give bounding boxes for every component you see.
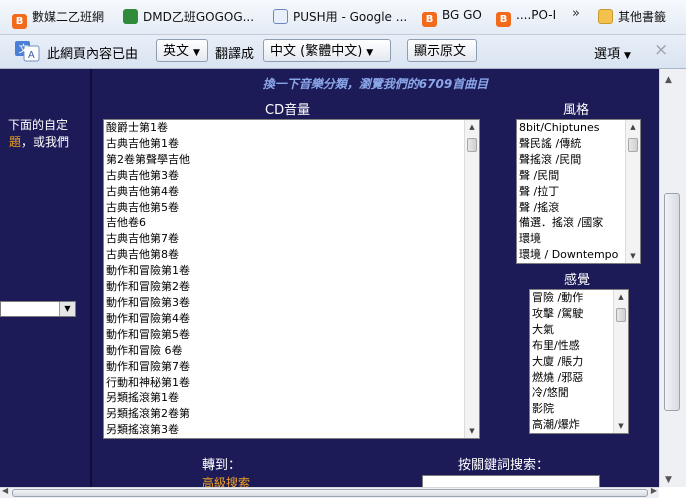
window-vertical-scrollbar[interactable]: ▲ ▼ — [659, 69, 686, 487]
list-item[interactable]: 動作和冒險第7卷 — [104, 359, 479, 375]
feel-list-scrollbar[interactable]: ▲ ▼ — [613, 290, 628, 433]
svg-text:文: 文 — [19, 43, 29, 56]
style-title: 風格 — [563, 103, 590, 118]
blogger-icon: B — [422, 12, 437, 27]
scroll-left-icon[interactable]: ◀ — [2, 486, 8, 495]
blogger-icon: B — [496, 12, 511, 27]
list-item[interactable]: 行動和神秘第1卷 — [104, 375, 479, 391]
folder-icon — [598, 9, 613, 24]
scroll-up-icon[interactable]: ▲ — [614, 290, 628, 304]
bookmark-item-5[interactable]: B ....PO-I — [496, 8, 556, 27]
scroll-thumb[interactable] — [467, 138, 477, 152]
list-item[interactable]: 動作和冒險第3卷 — [104, 295, 479, 311]
left-panel: 下面的自定 題，或我們 ▼ — [0, 69, 90, 487]
style-listbox[interactable]: 8bit/Chiptunes 聲民謠 /傳統 聲搖滾 /民間聲 /民間聲 /拉丁聲 … — [516, 119, 641, 264]
keyword-search-label: 按關鍵詞搜索： — [458, 458, 550, 473]
list-item[interactable]: 另類搖滾第1卷 — [104, 390, 479, 406]
banner-text: 換一下音樂分類，瀏覽我們的6709首曲目 — [262, 77, 489, 91]
bookmark-item-1[interactable]: B 數媒二乙班網 — [12, 8, 104, 29]
list-item[interactable]: 動作和冒險第5卷 — [104, 327, 479, 343]
scroll-thumb[interactable] — [628, 138, 638, 152]
left-select[interactable]: ▼ — [0, 301, 76, 317]
translate-into-label: 翻譯成 — [215, 47, 255, 62]
style-items: 8bit/Chiptunes 聲民謠 /傳統 聲搖滾 /民間聲 /民間聲 /拉丁聲 … — [517, 120, 640, 263]
translate-icon: 文 A — [15, 41, 40, 62]
spreadsheet-icon — [123, 9, 138, 24]
list-item[interactable]: 聲搖滾 /民間 — [517, 152, 640, 168]
keyword-search-input[interactable] — [422, 475, 600, 487]
dropdown-caret-icon: ▼ — [193, 48, 200, 58]
list-item[interactable]: 8bit/Chiptunes — [517, 120, 640, 136]
list-item[interactable]: 古典吉他第3卷 — [104, 168, 479, 184]
list-item[interactable]: 聲 /民間 — [517, 168, 640, 184]
list-item[interactable]: 酸爵士第1卷 — [104, 120, 479, 136]
list-item[interactable]: 另類搖滾第3卷 — [104, 422, 479, 438]
show-original-button[interactable]: 顯示原文 — [407, 39, 477, 62]
scroll-down-icon[interactable]: ▼ — [626, 249, 640, 263]
options-menu[interactable]: 選項 ▼ — [594, 43, 631, 62]
scroll-right-icon[interactable]: ▶ — [651, 486, 657, 495]
scroll-up-icon[interactable]: ▲ — [626, 120, 640, 134]
scroll-thumb[interactable] — [616, 308, 626, 322]
goto-label: 轉到： — [202, 458, 242, 473]
list-item[interactable]: 備選．搖滾 /國家 — [517, 215, 640, 231]
list-item[interactable]: 聲 /拉丁 — [517, 184, 640, 200]
left-text-line2: 題，或我們 — [9, 135, 70, 149]
cd-volume-listbox[interactable]: 酸爵士第1卷 古典吉他第1卷 第2卷第聲學吉他 古典吉他第3卷 古典吉他第4卷 古典吉他第… — [103, 119, 480, 439]
advanced-search-link[interactable]: 高級搜索 — [202, 474, 250, 487]
list-item[interactable]: 古典吉他第1卷 — [104, 136, 479, 152]
list-item[interactable]: 聲民謠 /傳統 — [517, 136, 640, 152]
svg-text:A: A — [28, 50, 35, 61]
list-item[interactable]: 第2卷第聲學吉他 — [104, 152, 479, 168]
page-content: 下面的自定 題，或我們 ▼ 換一下音樂分類，瀏覽我們的6709首曲目 CD音量 … — [0, 69, 659, 487]
list-item[interactable]: 動作和冒險第2卷 — [104, 279, 479, 295]
left-link[interactable]: 題 — [9, 135, 21, 149]
chevron-down-icon: ▼ — [59, 302, 75, 316]
window-scroll-thumb[interactable] — [664, 193, 680, 411]
dropdown-caret-icon: ▼ — [366, 48, 374, 58]
target-language-dropdown[interactable]: 中文 (繁體中文) ▼ — [263, 39, 391, 62]
source-language-dropdown[interactable]: 英文 ▼ — [156, 39, 208, 62]
list-item[interactable]: 環境 / Downtempo — [517, 247, 640, 263]
bookmarks-overflow-button[interactable]: » — [572, 6, 580, 21]
scroll-down-icon[interactable]: ▼ — [614, 419, 628, 433]
list-item[interactable]: 古典吉他第7卷 — [104, 231, 479, 247]
window-hscroll-thumb[interactable] — [12, 489, 648, 497]
list-item[interactable]: 動作和冒險第4卷 — [104, 311, 479, 327]
cd-volume-items: 酸爵士第1卷 古典吉他第1卷 第2卷第聲學吉他 古典吉他第3卷 古典吉他第4卷 古典吉他第… — [104, 120, 479, 438]
scroll-down-icon[interactable]: ▼ — [665, 475, 672, 485]
window-horizontal-scrollbar[interactable]: ◀ ▶ — [0, 486, 659, 498]
scroll-up-icon[interactable]: ▲ — [665, 75, 672, 85]
list-item[interactable]: 動作和冒險第1卷 — [104, 263, 479, 279]
cd-list-scrollbar[interactable]: ▲ ▼ — [464, 120, 479, 438]
feel-listbox[interactable]: 冒險 /動作 攻擊 /駕駛 大氣 布里/性感 大廈 /賬力 燃燒 /邪惡 冷/悠閒 影院 高潮/… — [529, 289, 629, 434]
bookmark-item-2[interactable]: DMD乙班GOGOG... — [123, 8, 254, 26]
list-item[interactable]: 動作和冒險 6卷 — [104, 343, 479, 359]
other-bookmarks-folder[interactable]: 其他書籤 — [598, 8, 666, 26]
translate-message: 此網頁內容已由 — [47, 47, 139, 62]
scroll-up-icon[interactable]: ▲ — [465, 120, 479, 134]
bookmark-item-3[interactable]: PUSH用 - Google ... — [273, 8, 407, 26]
column-divider — [90, 69, 92, 487]
list-item[interactable]: 聲 /搖滾 — [517, 200, 640, 216]
cd-volume-title: CD音量 — [265, 103, 311, 118]
list-item[interactable]: 環境 — [517, 231, 640, 247]
translate-bar: 文 A 此網頁內容已由 英文 ▼ 翻譯成 中文 (繁體中文) ▼ 顯示原文 選項 ▼ … — [0, 35, 686, 69]
list-item[interactable]: 古典吉他第5卷 — [104, 200, 479, 216]
left-text-line1: 下面的自定 — [8, 118, 69, 132]
style-list-scrollbar[interactable]: ▲ ▼ — [625, 120, 640, 263]
document-icon — [273, 9, 288, 24]
close-icon[interactable]: × — [654, 40, 668, 60]
list-item[interactable]: 吉他卷6 — [104, 215, 479, 231]
dropdown-caret-icon: ▼ — [624, 51, 631, 61]
scroll-down-icon[interactable]: ▼ — [465, 424, 479, 438]
list-item[interactable]: 另類搖滾第2卷第 — [104, 406, 479, 422]
bookmarks-bar: B 數媒二乙班網 DMD乙班GOGOG... PUSH用 - Google ...… — [0, 0, 686, 35]
blogger-icon: B — [12, 14, 27, 29]
feel-title: 感覺 — [564, 273, 591, 288]
bookmark-item-4[interactable]: B BG GO — [422, 8, 482, 27]
list-item[interactable]: 古典吉他第4卷 — [104, 184, 479, 200]
list-item[interactable]: 古典吉他第8卷 — [104, 247, 479, 263]
